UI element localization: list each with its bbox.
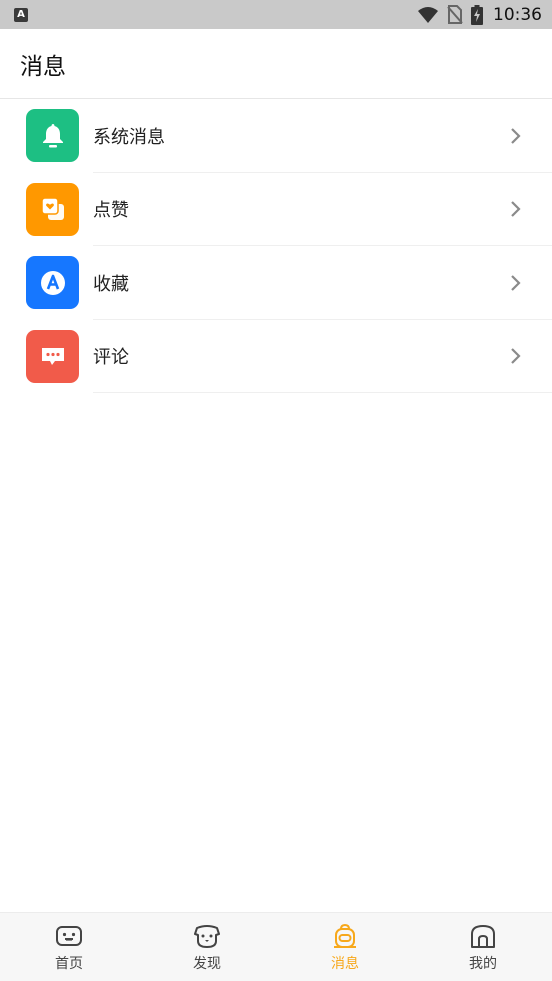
- list-item-system-messages[interactable]: 系统消息: [0, 99, 552, 173]
- discover-dog-icon: [194, 925, 220, 948]
- tab-label: 首页: [55, 956, 83, 972]
- status-bar: A 10:36: [0, 0, 552, 29]
- chevron-right-icon: [496, 274, 536, 292]
- list-item-label: 评论: [93, 347, 129, 369]
- favorite-a-icon: [26, 256, 79, 310]
- list-item-likes[interactable]: 点赞: [0, 173, 552, 247]
- tab-messages[interactable]: 消息: [276, 913, 414, 981]
- comment-bubble-icon: [26, 329, 79, 383]
- tab-discover[interactable]: 发现: [138, 913, 276, 981]
- status-time: 10:36: [493, 4, 542, 25]
- tab-label: 发现: [193, 956, 221, 972]
- chevron-right-icon: [496, 200, 536, 218]
- tab-profile[interactable]: 我的: [414, 913, 552, 981]
- message-category-list: 系统消息 点赞 收藏 评论: [0, 99, 552, 393]
- bell-icon: [26, 109, 79, 163]
- tab-label: 消息: [331, 956, 359, 972]
- message-bag-icon: [334, 924, 356, 948]
- list-item-label: 收藏: [93, 273, 129, 295]
- bottom-tab-bar: 首页 发现 消息 我的: [0, 912, 552, 981]
- chevron-right-icon: [496, 347, 536, 365]
- home-face-icon: [56, 926, 82, 946]
- like-card-icon: [26, 182, 79, 236]
- tab-home[interactable]: 首页: [0, 913, 138, 981]
- list-item-comments[interactable]: 评论: [0, 320, 552, 394]
- list-item-favorites[interactable]: 收藏: [0, 246, 552, 320]
- no-sim-icon: [447, 5, 463, 24]
- tab-label: 我的: [469, 956, 497, 972]
- app-header: 消息: [0, 29, 552, 99]
- chevron-right-icon: [496, 127, 536, 145]
- app-notification-icon: A: [14, 7, 28, 22]
- wifi-icon: [418, 6, 438, 23]
- page-title: 消息: [20, 53, 66, 80]
- profile-house-icon: [471, 925, 495, 948]
- list-item-label: 系统消息: [93, 126, 165, 148]
- battery-charging-icon: [471, 4, 483, 25]
- list-item-label: 点赞: [93, 200, 129, 222]
